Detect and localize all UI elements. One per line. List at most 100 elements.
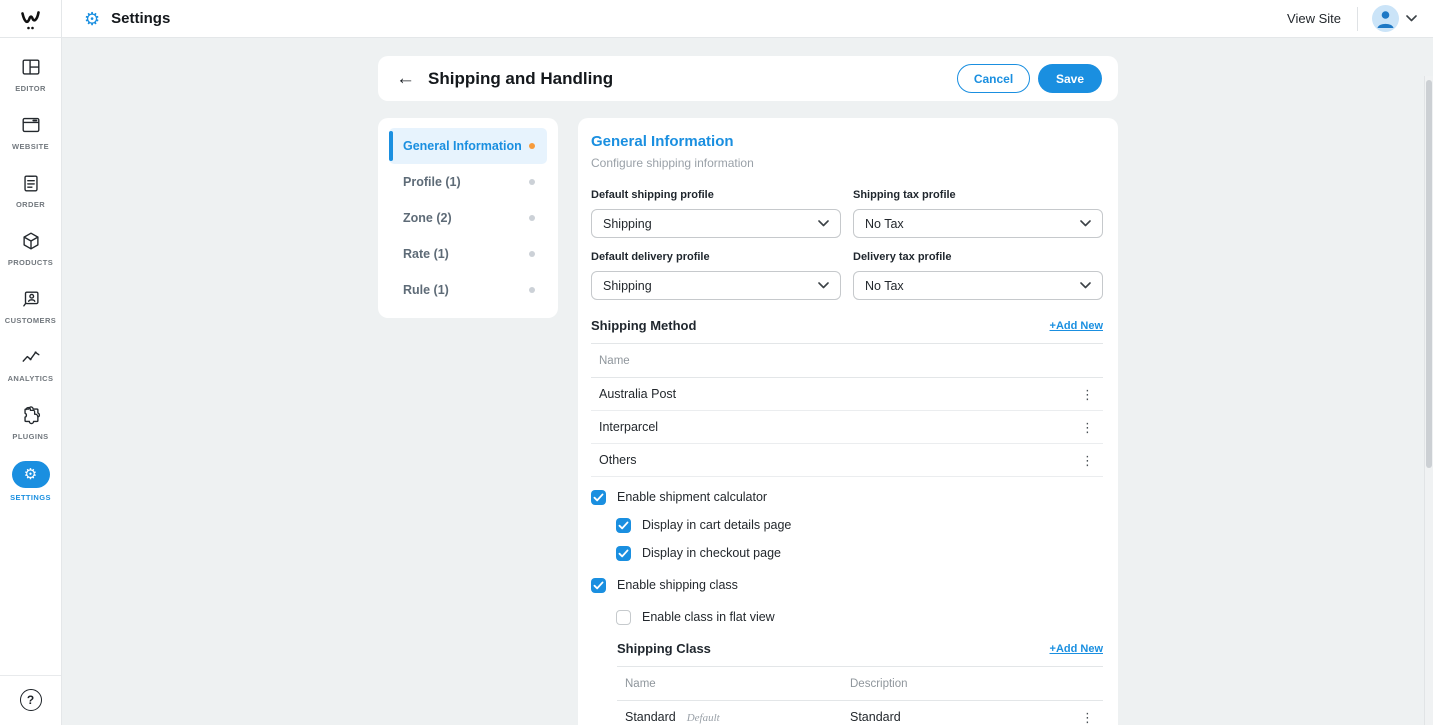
delivery-tax-profile-select[interactable]: No Tax <box>853 271 1103 300</box>
chevron-down-icon <box>1080 282 1091 289</box>
help-icon[interactable]: ? <box>20 689 42 711</box>
table-row: Others ⋮ <box>591 444 1103 477</box>
class-name: Standard <box>625 710 676 724</box>
checkbox-label: Display in cart details page <box>642 518 791 532</box>
default-delivery-profile-select[interactable]: Shipping <box>591 271 841 300</box>
subnav-item-profile[interactable]: Profile (1) <box>389 164 547 200</box>
shipping-class-section: Shipping Class +Add New Name Description… <box>617 641 1103 725</box>
settings-subnav: General Information Profile (1) Zone (2)… <box>378 118 558 318</box>
profile-fields: Default shipping profile Shipping Shippi… <box>591 176 1103 300</box>
subnav-label: Zone (2) <box>403 211 452 225</box>
method-name: Others <box>599 453 637 467</box>
field-label: Delivery tax profile <box>853 251 1103 263</box>
page-header-card: ← Shipping and Handling Cancel Save <box>378 56 1118 101</box>
field-label: Default delivery profile <box>591 251 841 263</box>
status-dot <box>529 251 535 257</box>
kebab-menu-icon[interactable]: ⋮ <box>1075 421 1103 434</box>
enable-class-flat-view-checkbox[interactable]: Enable class in flat view <box>616 609 1103 625</box>
display-cart-details-checkbox[interactable]: Display in cart details page <box>616 517 1103 533</box>
shipping-class-title: Shipping Class <box>617 641 711 656</box>
website-icon <box>20 113 42 137</box>
settings-gear-icon: ⚙ <box>84 10 100 28</box>
save-button[interactable]: Save <box>1038 64 1102 93</box>
kebab-menu-icon[interactable]: ⋮ <box>1075 388 1103 401</box>
brand-logo[interactable] <box>0 0 62 37</box>
sidebar-label: EDITOR <box>15 84 46 93</box>
customers-icon <box>20 287 42 311</box>
chevron-down-icon <box>1080 220 1091 227</box>
sidebar: EDITOR WEBSITE ORDER PRODUCTS CUSTOMERS <box>0 38 62 725</box>
checkbox-label: Display in checkout page <box>642 546 781 560</box>
shipping-tax-profile-select[interactable]: No Tax <box>853 209 1103 238</box>
back-arrow-icon[interactable]: ← <box>396 69 415 88</box>
scrollbar-thumb[interactable] <box>1426 80 1432 468</box>
sidebar-footer: ? <box>0 675 61 725</box>
sidebar-item-products[interactable]: PRODUCTS <box>0 229 61 287</box>
panel-title: General Information <box>591 133 1103 150</box>
products-icon <box>20 229 42 253</box>
shipping-class-table: Name Description Standard Default Standa… <box>617 666 1103 725</box>
table-header-row: Name Description <box>617 667 1103 701</box>
select-value: No Tax <box>865 279 904 293</box>
sidebar-item-analytics[interactable]: ANALYTICS <box>0 345 61 403</box>
checkbox-label: Enable shipment calculator <box>617 490 767 504</box>
subnav-item-rule[interactable]: Rule (1) <box>389 272 547 308</box>
logo-w-icon <box>18 6 44 32</box>
subnav-item-general-information[interactable]: General Information <box>389 128 547 164</box>
select-value: Shipping <box>603 217 652 231</box>
checkbox-label: Enable class in flat view <box>642 610 775 624</box>
status-dot <box>529 287 535 293</box>
view-site-link[interactable]: View Site <box>1287 11 1341 26</box>
page-title: Settings <box>111 10 170 27</box>
column-header-description: Description <box>850 678 1103 690</box>
sidebar-label: ORDER <box>16 200 45 209</box>
subnav-label: General Information <box>403 139 522 153</box>
general-information-panel: General Information Configure shipping i… <box>578 118 1118 725</box>
kebab-menu-icon[interactable]: ⋮ <box>1075 711 1103 724</box>
enable-shipping-class-checkbox[interactable]: Enable shipping class <box>591 577 1103 593</box>
select-value: No Tax <box>865 217 904 231</box>
default-badge: Default <box>687 712 720 724</box>
sidebar-item-settings[interactable]: ⚙ SETTINGS <box>0 461 61 519</box>
gear-icon: ⚙ <box>24 467 37 482</box>
sidebar-label: SETTINGS <box>10 493 51 502</box>
checkbox-checked-icon <box>616 546 631 561</box>
topbar: ⚙ Settings View Site <box>0 0 1433 38</box>
account-menu[interactable] <box>1372 5 1417 32</box>
sidebar-item-website[interactable]: WEBSITE <box>0 113 61 171</box>
settings-active-pill: ⚙ <box>12 461 50 488</box>
plugins-icon <box>20 403 42 427</box>
field-label: Default shipping profile <box>591 189 841 201</box>
sidebar-item-editor[interactable]: EDITOR <box>0 55 61 113</box>
checkbox-checked-icon <box>591 490 606 505</box>
shipping-method-header: Shipping Method +Add New <box>591 318 1103 333</box>
table-row: Interparcel ⋮ <box>591 411 1103 444</box>
table-row: Standard Default Standard ⋮ <box>617 701 1103 725</box>
status-dot <box>529 179 535 185</box>
sidebar-label: PLUGINS <box>12 432 48 441</box>
add-shipping-class-link[interactable]: +Add New <box>1050 643 1103 655</box>
subnav-item-rate[interactable]: Rate (1) <box>389 236 547 272</box>
table-header-row: Name <box>591 344 1103 378</box>
method-name: Australia Post <box>599 387 676 401</box>
select-value: Shipping <box>603 279 652 293</box>
app-window: ⚙ Settings View Site <box>0 0 1433 725</box>
checkbox-label: Enable shipping class <box>617 578 738 592</box>
sidebar-item-customers[interactable]: CUSTOMERS <box>0 287 61 345</box>
topbar-divider <box>1357 7 1358 31</box>
default-shipping-profile-select[interactable]: Shipping <box>591 209 841 238</box>
display-checkout-checkbox[interactable]: Display in checkout page <box>616 545 1103 561</box>
chevron-down-icon <box>818 282 829 289</box>
chevron-down-icon <box>818 220 829 227</box>
sidebar-item-order[interactable]: ORDER <box>0 171 61 229</box>
method-name: Interparcel <box>599 420 658 434</box>
sidebar-item-plugins[interactable]: PLUGINS <box>0 403 61 461</box>
panel-subtitle: Configure shipping information <box>591 156 1103 170</box>
kebab-menu-icon[interactable]: ⋮ <box>1075 454 1103 467</box>
sidebar-label: ANALYTICS <box>8 374 54 383</box>
sidebar-label: WEBSITE <box>12 142 49 151</box>
enable-shipment-calculator-checkbox[interactable]: Enable shipment calculator <box>591 489 1103 505</box>
subnav-item-zone[interactable]: Zone (2) <box>389 200 547 236</box>
cancel-button[interactable]: Cancel <box>957 64 1030 93</box>
add-shipping-method-link[interactable]: +Add New <box>1050 320 1103 332</box>
